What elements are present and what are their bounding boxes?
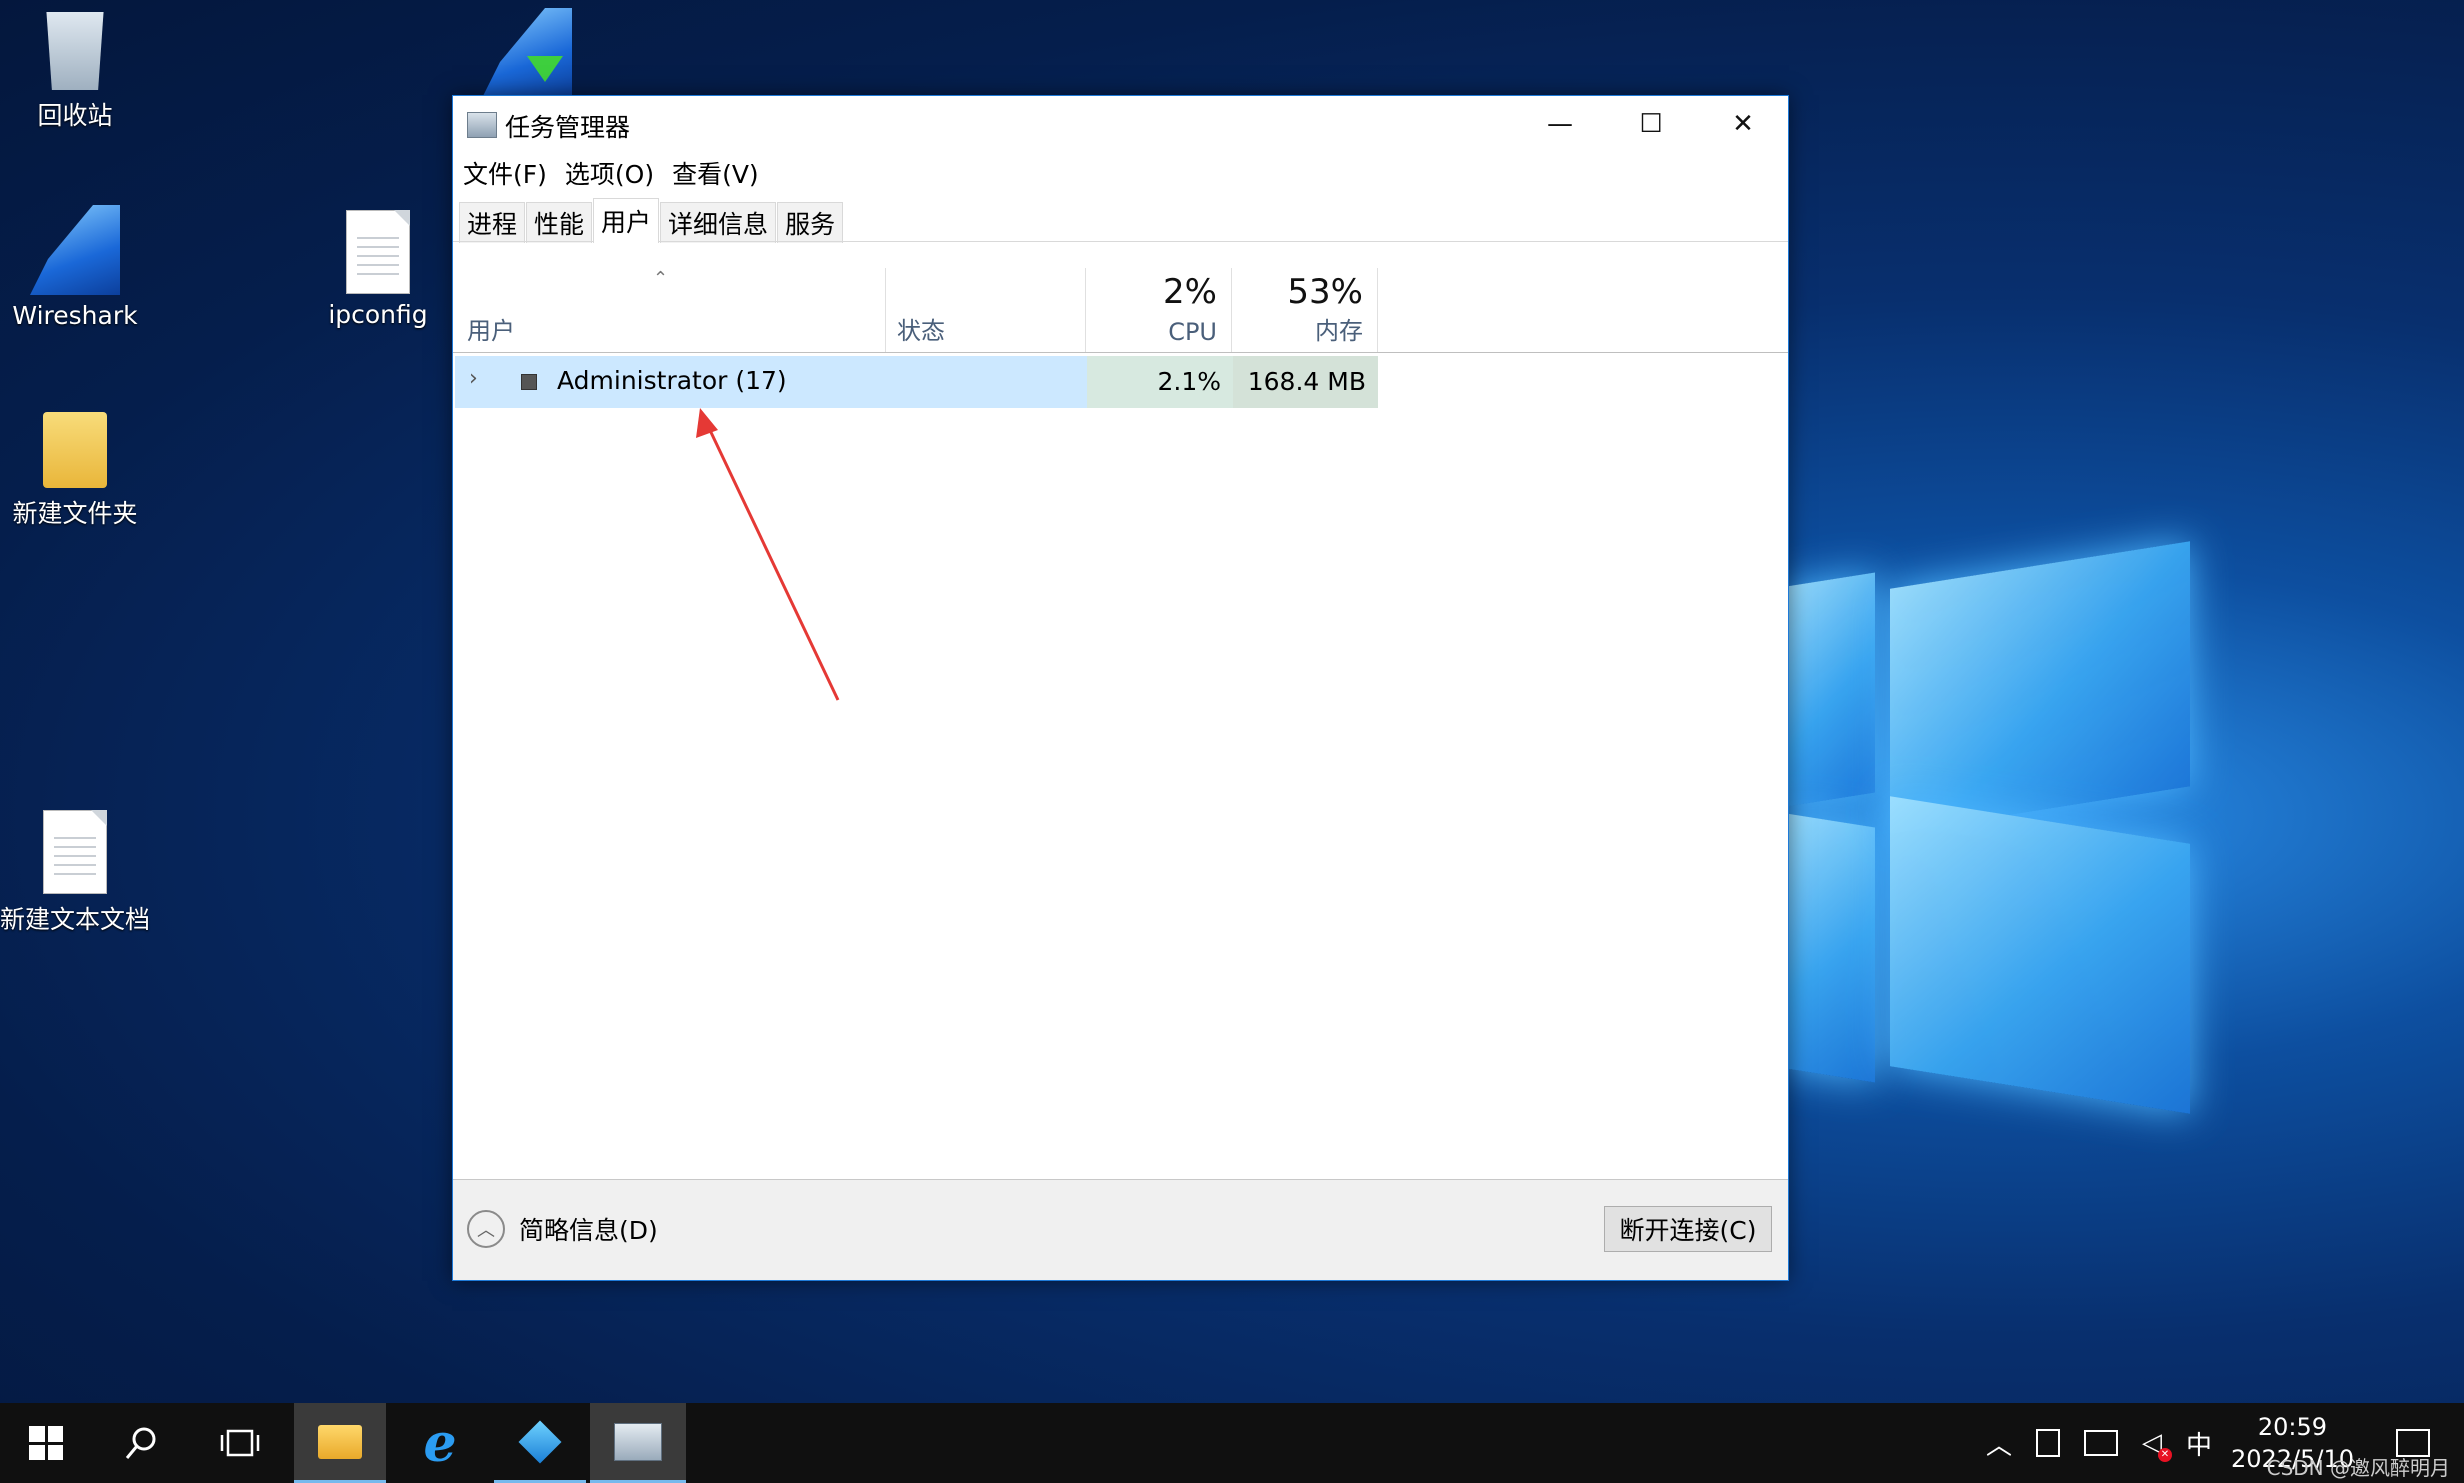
menu-bar: 文件(F) 选项(O) 查看(V) [453,152,1788,194]
search-icon [125,1427,156,1459]
task-view-icon [220,1429,260,1457]
column-cpu-label: CPU [1168,318,1217,346]
tab-strip: 进程 性能 用户 详细信息 服务 [459,198,844,243]
less-details-label: 简略信息(D) [519,1216,658,1245]
network-icon[interactable] [2083,1430,2118,1456]
column-header-cpu[interactable]: 2% CPU [1085,268,1232,352]
desktop-icon-wireshark[interactable]: Wireshark [0,205,150,330]
task-manager-window: 任务管理器 — ☐ ✕ 文件(F) 选项(O) 查看(V) 进程 性能 用户 详… [452,95,1789,1281]
taskbar: e ︿ ◁ ✕ 中 20:59 2022/5/10 CSDN @邀风醉明月 [0,1403,2464,1483]
desktop-icon-new-text-doc[interactable]: 新建文本文档 [0,810,150,936]
user-memory-value: 168.4 MB [1233,356,1378,408]
user-name: Administrator (17) [557,366,787,395]
watermark: CSDN @邀风醉明月 [2266,1456,2450,1480]
search-button[interactable] [96,1403,188,1483]
column-status-label: 状态 [897,317,945,345]
column-user-label: 用户 [467,317,515,345]
user-icon [521,374,537,390]
minimize-button[interactable]: — [1515,96,1605,152]
footer-bar: ︿ 简略信息(D) 断开连接(C) [453,1179,1788,1280]
menu-view[interactable]: 查看(V) [670,155,761,191]
task-manager-icon [614,1422,662,1461]
close-button[interactable]: ✕ [1698,96,1788,152]
desktop-icon-label: 新建文本文档 [0,905,151,934]
menu-file[interactable]: 文件(F) [461,155,549,191]
disconnect-button[interactable]: 断开连接(C) [1604,1206,1772,1252]
task-manager-icon [467,112,497,138]
recycle-bin-icon [46,12,104,90]
windows-logo-wallpaper [1780,510,2200,1114]
menu-options[interactable]: 选项(O) [563,155,656,191]
chevron-up-icon[interactable]: ︿ [1986,1425,2012,1462]
window-title: 任务管理器 [505,113,631,142]
text-file-icon [346,210,410,294]
desktop-icon-recycle-bin[interactable]: 回收站 [0,12,150,132]
column-memory-label: 内存 [1315,317,1363,345]
desktop-icon-label: 新建文件夹 [12,499,138,528]
start-button[interactable] [0,1403,92,1483]
taskbar-server-manager[interactable] [494,1403,586,1483]
server-manager-icon [518,1420,562,1463]
tab-users[interactable]: 用户 [593,198,660,243]
taskbar-task-manager[interactable] [590,1403,686,1483]
less-details-button[interactable]: ︿ 简略信息(D) [467,1210,658,1248]
file-explorer-icon [318,1424,362,1459]
windows-start-icon [29,1426,63,1460]
memory-total-percent: 53% [1287,272,1363,312]
title-bar[interactable]: 任务管理器 — ☐ ✕ [453,96,1788,152]
task-view-button[interactable] [194,1403,286,1483]
sort-ascending-icon: ⌃ [653,268,669,289]
notification-box-icon[interactable] [2035,1429,2060,1457]
table-row[interactable]: › Administrator (17) 2.1% 168.4 MB [455,356,1378,408]
maximize-button[interactable]: ☐ [1606,96,1696,152]
column-header-memory[interactable]: 53% 内存 [1231,268,1378,352]
wireshark-icon [30,205,120,295]
tab-performance[interactable]: 性能 [526,202,593,243]
desktop-icon-label: Wireshark [12,301,138,330]
cpu-total-percent: 2% [1163,272,1217,312]
expand-chevron-icon[interactable]: › [469,366,478,391]
annotation-arrow [696,408,840,701]
taskbar-internet-explorer[interactable]: e [394,1403,486,1483]
folder-icon [43,412,107,488]
chevron-up-icon: ︿ [467,1210,505,1248]
tab-details[interactable]: 详细信息 [660,202,777,243]
system-tray: ︿ ◁ ✕ 中 [1986,1403,2212,1483]
desktop-icon-new-folder[interactable]: 新建文件夹 [0,412,150,530]
desktop-icon-label: ipconfig [328,300,428,329]
clock-time: 20:59 [2257,1413,2328,1441]
tab-services[interactable]: 服务 [777,202,844,243]
desktop-icon-ipconfig[interactable]: ipconfig [303,210,453,329]
user-cpu-value: 2.1% [1087,356,1233,408]
column-header-status[interactable]: 状态 [885,268,1086,352]
desktop-icon-label: 回收站 [37,101,113,130]
column-header-user[interactable]: ⌃ 用户 [453,268,886,352]
volume-muted-icon[interactable]: ◁ ✕ [2142,1428,2172,1462]
wireshark-download-icon[interactable] [482,8,572,98]
tab-processes[interactable]: 进程 [459,202,526,243]
column-header-row: ⌃ 用户 状态 2% CPU 53% 内存 [453,268,1788,353]
text-file-icon [43,810,107,894]
internet-explorer-icon: e [423,1412,457,1474]
input-language-indicator[interactable]: 中 [2186,1425,2212,1462]
taskbar-file-explorer[interactable] [294,1403,386,1483]
